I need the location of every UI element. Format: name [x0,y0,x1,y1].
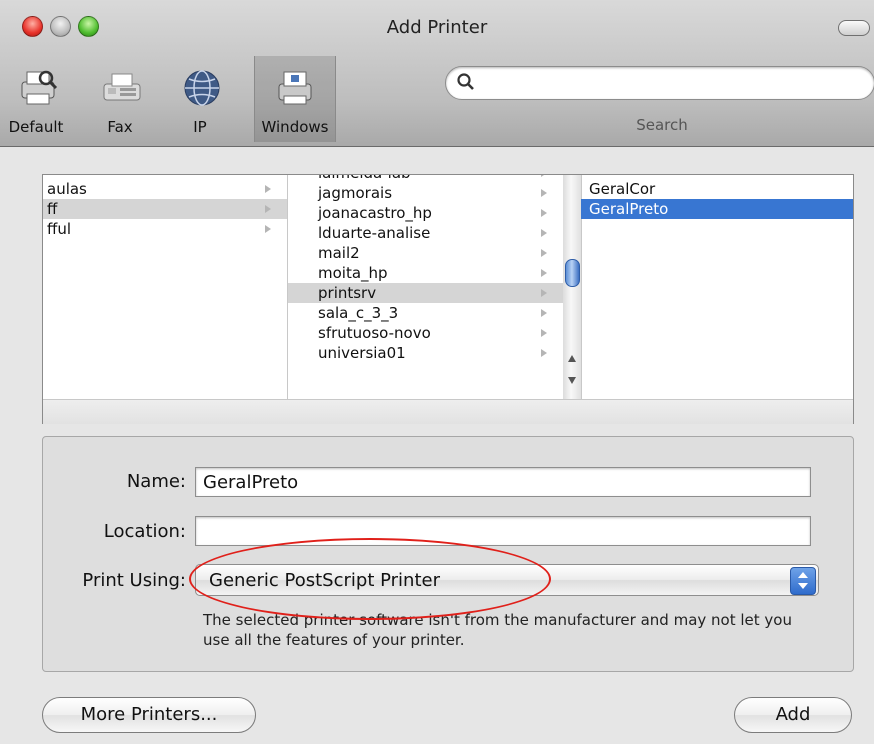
toolbar-fax-button[interactable]: Fax [90,56,150,142]
printer-browser: aulas ff fful lalmeida-lab jagmorais joa… [42,174,854,424]
toolbar-area: Add Printer Default Fax IP Windows Searc… [0,0,874,147]
search-icon [457,73,474,90]
list-item[interactable]: lalmeida-lab [288,175,563,183]
windows-printer-icon [278,71,312,105]
search-field[interactable] [445,66,874,100]
disclosure-arrow-icon [265,185,271,193]
default-printer-icon [21,70,58,105]
disclosure-arrow-icon [541,209,547,217]
list-item[interactable]: sala_c_3_3 [288,303,563,323]
fax-icon [103,73,141,101]
add-button[interactable]: Add [734,697,852,733]
list-item[interactable]: universia01 [288,343,563,363]
disclosure-arrow-icon [265,225,271,233]
toolbar-default-label: Default [8,118,64,136]
list-item-label: moita_hp [318,264,388,282]
toolbar-ip-label: IP [193,118,207,136]
list-item[interactable]: aulas [43,179,287,199]
location-field[interactable] [195,516,811,546]
name-label: Name: [126,471,186,492]
list-item[interactable]: moita_hp [288,263,563,283]
disclosure-arrow-icon [541,289,547,297]
browser-column-workgroups: aulas ff fful [43,175,288,399]
print-using-popup[interactable]: Generic PostScript Printer [195,564,819,596]
list-item-label: mail2 [318,244,360,262]
disclosure-arrow-icon [541,269,547,277]
list-item[interactable]: GeralCor [581,179,853,199]
list-item-label: lalmeida-lab [318,175,411,182]
toolbar-fax-label: Fax [107,118,133,136]
list-item[interactable]: joanacastro_hp [288,203,563,223]
list-item-label: GeralPreto [589,200,669,218]
list-item[interactable]: lduarte-analise [288,223,563,243]
location-label: Location: [103,521,186,542]
list-item[interactable]: GeralPreto [581,199,853,219]
list-item[interactable]: ff [43,199,287,219]
list-item[interactable]: jagmorais [288,183,563,203]
toolbar-ip-button[interactable]: IP [170,56,230,142]
name-field[interactable]: GeralPreto [195,467,811,497]
toolbar-windows-label: Windows [261,118,329,136]
browser-column-hosts: lalmeida-lab jagmorais joanacastro_hp ld… [288,175,564,399]
scrollbar-thumb[interactable] [565,259,580,287]
globe-icon [184,70,220,106]
disclosure-arrow-icon [541,249,547,257]
scroll-down-arrow-icon[interactable] [568,377,576,384]
list-item-label: ff [47,200,58,218]
disclosure-arrow-icon [541,189,547,197]
list-item-label: aulas [47,180,87,198]
toolbar-default-button[interactable]: Default [6,56,66,142]
disclosure-arrow-icon [541,349,547,357]
browser-column-printers: GeralCor GeralPreto [581,175,853,399]
scroll-up-arrow-icon[interactable] [568,355,576,362]
list-item-label: jagmorais [318,184,393,202]
more-printers-button[interactable]: More Printers... [42,697,256,733]
list-item[interactable]: sfrutuoso-novo [288,323,563,343]
toolbar-windows-button[interactable]: Windows [254,56,336,142]
driver-warning-text: The selected printer software isn't from… [203,611,792,649]
disclosure-arrow-icon [541,229,547,237]
vertical-scrollbar[interactable] [563,175,582,399]
print-using-value: Generic PostScript Printer [209,570,440,591]
list-item-label: printsrv [318,284,377,302]
list-item-label: joanacastro_hp [318,204,432,222]
toolbar-toggle-button[interactable] [838,20,870,36]
disclosure-arrow-icon [541,309,547,317]
add-printer-window: Add Printer Default Fax IP Windows Searc… [0,0,874,744]
disclosure-arrow-icon [541,175,547,177]
window-title: Add Printer [386,17,488,38]
list-item[interactable]: printsrv [288,283,563,303]
horizontal-scrollbar[interactable] [43,399,853,424]
list-item-label: GeralCor [589,180,656,198]
disclosure-arrow-icon [265,205,271,213]
list-item-label: sala_c_3_3 [318,304,399,322]
list-item[interactable]: mail2 [288,243,563,263]
list-item[interactable]: fful [43,219,287,239]
list-item-label: lduarte-analise [318,224,431,242]
print-using-label: Print Using: [82,570,186,591]
list-item-label: universia01 [318,344,406,362]
list-item-label: fful [47,220,72,238]
popup-stepper-icon [790,567,816,595]
list-item-label: sfrutuoso-novo [318,324,431,342]
disclosure-arrow-icon [541,329,547,337]
search-label: Search [636,116,688,134]
